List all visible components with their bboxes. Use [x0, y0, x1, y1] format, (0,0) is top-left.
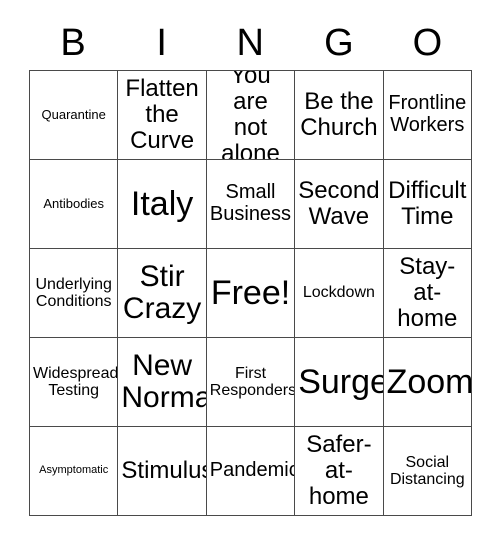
bingo-cell[interactable]: Safer- at- home [295, 427, 384, 516]
bingo-cell[interactable]: Surge [295, 338, 384, 427]
bingo-cell-label: Zoom [386, 362, 472, 401]
bingo-grid: Quarantine Flatten the Curve You are not a… [29, 70, 472, 516]
bingo-cell[interactable]: Pandemic [206, 427, 296, 516]
bingo-cell-label: First Responders [209, 364, 296, 399]
bingo-cell[interactable]: Zoom [383, 338, 472, 427]
bingo-cell[interactable]: Difficult Time [383, 160, 472, 249]
bingo-cell-label: Stimulus [121, 457, 207, 485]
bingo-header-letter-b: B [60, 22, 87, 64]
bingo-cell[interactable]: Be the Church [295, 71, 384, 160]
bingo-cell[interactable]: You are not alone [206, 71, 296, 160]
bingo-cell[interactable]: First Responders [206, 338, 296, 427]
bingo-cell-label: Surge [298, 362, 384, 401]
bingo-cell-label: Flatten the Curve [125, 75, 199, 154]
bingo-cell[interactable]: Asymptomatic [30, 427, 119, 516]
bingo-cell-label: Pandemic [209, 459, 296, 482]
bingo-cell-label: Italy [130, 184, 194, 223]
bingo-cell[interactable]: Small Business [206, 160, 296, 249]
bingo-cell-label: Underlying Conditions [35, 275, 112, 310]
bingo-header-letter-n: N [236, 22, 265, 64]
bingo-cell-label: Antibodies [43, 195, 105, 211]
bingo-cell[interactable]: New Normal [118, 338, 207, 427]
bingo-cell[interactable]: Stay- at- home [383, 249, 472, 338]
bingo-cell[interactable]: Frontline Workers [383, 71, 472, 160]
bingo-cell-label: Frontline Workers [388, 92, 467, 136]
bingo-cell[interactable]: Stimulus [118, 427, 207, 516]
bingo-header-letter-o: O [412, 22, 443, 64]
bingo-cell[interactable]: Italy [118, 160, 207, 249]
bingo-cell-label: You are not alone [221, 71, 280, 160]
bingo-cell[interactable]: Second Wave [295, 160, 384, 249]
bingo-free-space[interactable]: Free! [206, 249, 296, 338]
bingo-cell-label: Stir Crazy [122, 259, 202, 325]
bingo-cell[interactable]: Stir Crazy [118, 249, 207, 338]
bingo-cell-label: Small Business [209, 181, 292, 225]
bingo-cell-label: Difficult Time [388, 177, 467, 230]
bingo-cell-label: Be the Church [300, 88, 378, 141]
bingo-header-row: BINGO [29, 16, 472, 70]
bingo-cell[interactable]: Flatten the Curve [118, 71, 207, 160]
bingo-cell-label: New Normal [121, 348, 205, 414]
bingo-cell-label: Second Wave [298, 177, 380, 230]
bingo-cell[interactable]: Underlying Conditions [30, 249, 119, 338]
bingo-cell-label: Asymptomatic [39, 464, 109, 477]
bingo-cell-label: Widespread Testing [33, 364, 119, 399]
bingo-cell-label: Quarantine [41, 106, 106, 122]
bingo-cell-label: Free! [210, 273, 291, 312]
bingo-header-letter-g: G [324, 22, 355, 64]
bingo-cell-label: Safer- at- home [306, 431, 372, 510]
bingo-cell[interactable]: Widespread Testing [30, 338, 119, 427]
bingo-cell-label: Social Distancing [389, 453, 465, 488]
bingo-cell[interactable]: Lockdown [295, 249, 384, 338]
bingo-header-letter-i: I [156, 22, 168, 64]
bingo-cell-label: Stay- at- home [397, 253, 458, 332]
bingo-cell-label: Lockdown [302, 284, 375, 302]
bingo-card: B I N G O Quarantine Flatten the Curve You are… [29, 16, 472, 516]
bingo-cell[interactable]: Antibodies [30, 160, 119, 249]
bingo-cell[interactable]: Quarantine [30, 71, 119, 160]
bingo-cell[interactable]: Social Distancing [383, 427, 472, 516]
